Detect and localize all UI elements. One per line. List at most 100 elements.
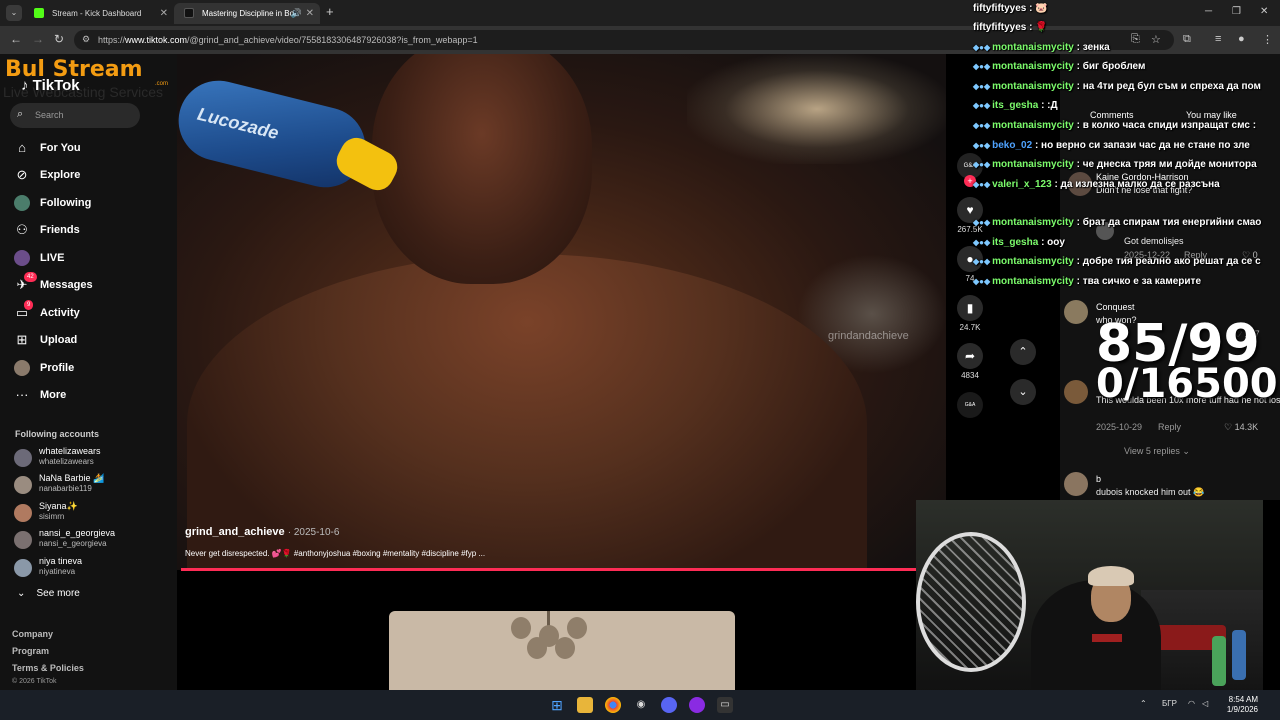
next-video-preview[interactable] xyxy=(389,611,735,690)
save-button[interactable]: ▮ 24.7K xyxy=(957,295,983,332)
kick-favicon-icon xyxy=(34,8,44,18)
chat-message: fiftyfiftyyes : 🐷 xyxy=(973,3,1048,14)
site-info-icon[interactable]: ⚙ xyxy=(82,34,90,45)
reload-icon[interactable]: ↻ xyxy=(54,32,64,46)
share-button[interactable]: ➦ 4834 xyxy=(957,343,983,380)
extensions-icon[interactable]: ⧉ xyxy=(1183,33,1191,46)
chat-badges-icon: ◆●◆ xyxy=(973,121,991,130)
chat-message: ◆●◆ montanaismycity : тва сичко е за каме… xyxy=(973,276,1201,287)
keyboard-language[interactable]: БГР xyxy=(1162,699,1177,708)
system-clock[interactable]: 8:54 AM 1/9/2026 xyxy=(1218,695,1258,715)
back-icon[interactable]: ← xyxy=(10,32,22,46)
avatar[interactable] xyxy=(1064,380,1088,404)
nav-label: Friends xyxy=(40,224,80,236)
nav-for-you[interactable]: ⌂ For You xyxy=(14,138,164,158)
video-progress-bar[interactable] xyxy=(181,568,916,571)
tab-you-may-like[interactable]: You may like xyxy=(1186,110,1237,120)
music-disc[interactable]: G&A xyxy=(957,392,983,418)
following-account[interactable]: niya tineva niyatineva xyxy=(14,556,174,580)
comment-author[interactable]: Conquest xyxy=(1096,302,1135,312)
account-name: nansi_e_georgieva xyxy=(39,528,116,538)
url-host: www.tiktok.com xyxy=(125,35,188,45)
discord-icon[interactable] xyxy=(661,697,677,713)
chrome-icon[interactable] xyxy=(605,697,621,713)
hanging-chair xyxy=(916,532,1026,672)
chevron-down-icon: ⌄ xyxy=(1182,446,1190,456)
chat-badges-icon: ◆●◆ xyxy=(973,101,991,110)
account-name: niya tineva xyxy=(39,556,83,566)
next-video-button[interactable]: ⌄ xyxy=(1010,379,1036,405)
maximize-icon[interactable]: ❐ xyxy=(1232,6,1241,17)
nav-label: Following xyxy=(40,197,92,209)
nav-more[interactable]: ··· More xyxy=(14,385,164,405)
file-explorer-icon[interactable] xyxy=(577,697,593,713)
see-more-link[interactable]: ⌄ See more xyxy=(17,588,80,599)
cast-icon[interactable]: ⎘ xyxy=(1131,33,1140,46)
account-name: whatelizawears xyxy=(39,446,101,456)
search-input[interactable]: ⌕ Search xyxy=(10,103,140,128)
previous-video-button[interactable]: ⌃ xyxy=(1010,339,1036,365)
like-button[interactable]: ♥ 267.5K xyxy=(957,197,983,234)
tiktok-logo[interactable]: ♪ TikTok xyxy=(21,77,80,94)
nav-following[interactable]: Following xyxy=(14,193,164,213)
minimize-icon[interactable]: ─ xyxy=(1205,6,1212,17)
footer-terms-link[interactable]: Terms & Policies xyxy=(12,663,84,673)
account-handle: whatelizawears xyxy=(39,457,94,466)
comment-date: 2025-10-29 xyxy=(1096,422,1143,432)
obs-icon[interactable]: ◉ xyxy=(633,697,649,713)
forward-icon[interactable]: → xyxy=(32,32,44,46)
avatar[interactable] xyxy=(1064,300,1088,324)
footer-program-link[interactable]: Program xyxy=(12,646,49,656)
avatar[interactable] xyxy=(1064,472,1088,496)
nav-activity[interactable]: ▭ 9 Activity xyxy=(14,300,164,323)
bottle-brand-text: Lucozade xyxy=(195,103,281,144)
video-player[interactable]: Lucozade grindandachieve grind_and_achie… xyxy=(177,54,946,570)
tab-comments[interactable]: Comments xyxy=(1090,110,1134,120)
following-account[interactable]: Siyana✨ sisimrn xyxy=(14,501,174,525)
tray-overflow-icon[interactable]: ⌃ xyxy=(1140,699,1147,708)
chandelier-image xyxy=(499,611,599,661)
bookmark-star-icon[interactable]: ☆ xyxy=(1151,33,1161,46)
nav-profile[interactable]: Profile xyxy=(14,358,164,378)
close-window-icon[interactable]: ✕ xyxy=(1260,6,1268,17)
nav-upload[interactable]: ⊞ Upload xyxy=(14,330,164,350)
tab-tiktok-video[interactable]: Mastering Discipline in Bo 🔊 ✕ xyxy=(174,3,320,24)
nav-live[interactable]: LIVE xyxy=(14,248,164,268)
avatar xyxy=(14,449,32,467)
comment-author[interactable]: b xyxy=(1096,474,1101,484)
video-author[interactable]: grind_and_achieve · 2025-10-6 xyxy=(185,526,339,538)
speaker-icon[interactable]: 🔊 xyxy=(291,3,302,24)
tab-title: Stream - Kick Dashboard xyxy=(52,9,142,18)
app-icon[interactable] xyxy=(689,697,705,713)
browser-tab-bar: ⌄ Stream - Kick Dashboard ✕ Mastering Di… xyxy=(0,0,1280,26)
volume-icon[interactable]: ◁ xyxy=(1202,699,1208,708)
chat-text: : добре тия реално ако решат да се с xyxy=(1076,256,1261,267)
wifi-icon[interactable]: ◠ xyxy=(1188,699,1195,708)
following-account[interactable]: NaNa Barbie 🏄 nanabarbie119 xyxy=(14,473,174,497)
new-tab-button[interactable]: + xyxy=(326,4,334,19)
chat-username: montanaismycity xyxy=(992,159,1074,170)
tab-kick-dashboard[interactable]: Stream - Kick Dashboard ✕ xyxy=(24,3,174,24)
tab-search-button[interactable]: ⌄ xyxy=(6,5,22,21)
view-replies-link[interactable]: View 5 replies ⌄ xyxy=(1124,446,1190,457)
nav-explore[interactable]: ⊘ Explore xyxy=(14,165,164,185)
bookmark-icon: ▮ xyxy=(957,295,983,321)
following-account[interactable]: whatelizawears whatelizawears xyxy=(14,446,174,470)
video-watermark: grindandachieve xyxy=(828,330,909,342)
terminal-icon[interactable]: ▭ xyxy=(717,697,733,713)
close-tab-icon[interactable]: ✕ xyxy=(160,3,168,24)
nav-friends[interactable]: ⚇ Friends xyxy=(14,220,164,240)
view-replies-label: View 5 replies xyxy=(1124,446,1180,456)
reply-link[interactable]: Reply xyxy=(1158,422,1181,432)
close-tab-icon[interactable]: ✕ xyxy=(306,3,314,24)
windows-start-icon[interactable]: ⊞ xyxy=(549,697,565,713)
media-controls-icon[interactable]: ≡ xyxy=(1215,33,1221,45)
comment-like[interactable]: ♡ 14.3K xyxy=(1224,422,1258,433)
profile-avatar-icon[interactable]: ● xyxy=(1238,33,1245,45)
following-account[interactable]: nansi_e_georgieva nansi_e_georgieva xyxy=(14,528,174,552)
nav-label: More xyxy=(40,389,67,401)
footer-company-link[interactable]: Company xyxy=(12,629,53,639)
nav-messages[interactable]: ✈ 42 Messages xyxy=(14,272,164,295)
menu-icon[interactable]: ⋮ xyxy=(1262,33,1273,46)
chat-text: : да излезна малко да се разсъна xyxy=(1054,179,1220,190)
